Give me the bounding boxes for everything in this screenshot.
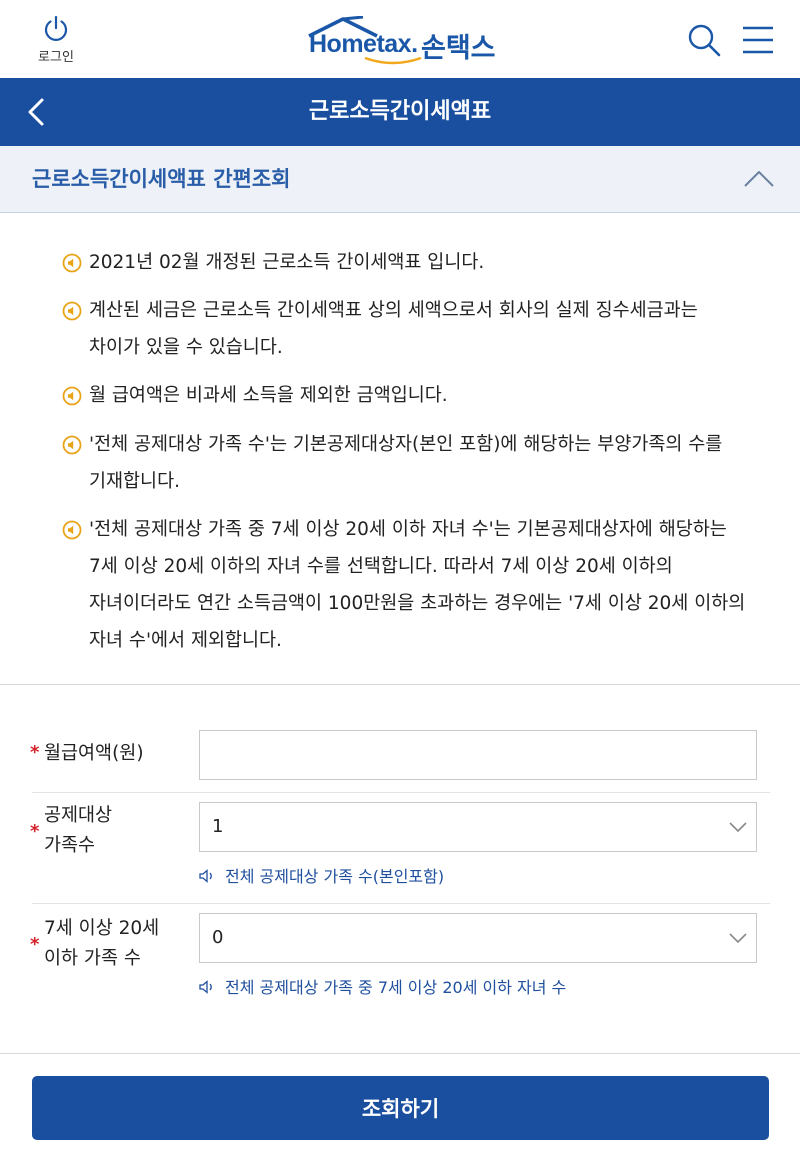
children-row: * 7세 이상 20세 이하 가족 수 0 전체 공제대상 가족 중 7세 이상… [0, 904, 800, 1014]
children-hint: 전체 공제대상 가족 중 7세 이상 20세 이하 자녀 수 [199, 976, 566, 1000]
speaker-icon [199, 980, 212, 994]
family-count-value: 1 [212, 816, 224, 837]
speaker-bullet-icon [62, 520, 82, 540]
chevron-down-icon [729, 822, 747, 833]
notice-item: 2021년 02월 개정된 근로소득 간이세액표 입니다. [62, 244, 752, 281]
salary-label: 월급여액(원) [44, 743, 144, 764]
login-button[interactable]: 로그인 [28, 14, 84, 66]
family-label: 공제대상 가족수 [44, 805, 113, 856]
children-hint-text: 전체 공제대상 가족 중 7세 이상 20세 이하 자녀 수 [225, 978, 567, 997]
speaker-bullet-icon [62, 386, 82, 406]
hamburger-menu-icon [743, 26, 773, 54]
speaker-bullet-icon [62, 301, 82, 321]
search-button[interactable] [684, 20, 724, 60]
notice-item: 계산된 세금은 근로소득 간이세액표 상의 세액으로서 회사의 실제 징수세금과… [62, 292, 752, 366]
family-count-select[interactable]: 1 [199, 802, 757, 852]
speaker-bullet-icon [62, 253, 82, 273]
login-label: 로그인 [38, 50, 74, 65]
logo-swoosh-icon [364, 56, 422, 65]
notice-list: 2021년 02월 개정된 근로소득 간이세액표 입니다. 계산된 세금은 근로… [0, 213, 800, 683]
chevron-left-icon [28, 98, 44, 126]
section-title: 근로소득간이세액표 간편조회 [32, 167, 291, 191]
power-icon [44, 15, 68, 41]
speaker-bullet-icon [62, 435, 82, 455]
back-button[interactable] [18, 92, 58, 132]
chevron-up-icon [744, 171, 774, 187]
notice-text: '전체 공제대상 가족 중 7세 이상 20세 이하 자녀 수'는 기본공제대상… [89, 519, 746, 651]
title-bar: 근로소득간이세액표 [0, 78, 800, 146]
inquiry-button[interactable]: 조회하기 [32, 1076, 769, 1140]
family-row: * 공제대상 가족수 1 전체 공제대상 가족 수(본인포함) [0, 793, 800, 903]
menu-button[interactable] [738, 20, 778, 60]
salary-row: * 월급여액(원) [0, 718, 800, 792]
top-header: 로그인 Hometax. 손택스 [0, 0, 800, 78]
search-icon [688, 24, 721, 57]
hometax-logo[interactable]: Hometax. 손택스 [305, 16, 500, 65]
chevron-down-icon [729, 933, 747, 944]
notice-text: '전체 공제대상 가족 수'는 기본공제대상자(본인 포함)에 해당하는 부양가… [89, 434, 723, 492]
family-hint: 전체 공제대상 가족 수(본인포함) [199, 865, 444, 889]
required-mark: * [30, 742, 40, 763]
notice-item: '전체 공제대상 가족 중 7세 이상 20세 이하 자녀 수'는 기본공제대상… [62, 511, 752, 659]
children-count-value: 0 [212, 927, 224, 948]
notice-text: 월 급여액은 비과세 소득을 제외한 금액입니다. [89, 385, 448, 406]
speaker-icon [199, 869, 212, 883]
notice-item: '전체 공제대상 가족 수'는 기본공제대상자(본인 포함)에 해당하는 부양가… [62, 426, 752, 500]
section-divider [0, 684, 800, 685]
children-count-select[interactable]: 0 [199, 913, 757, 963]
section-header-toggle[interactable]: 근로소득간이세액표 간편조회 [0, 146, 800, 213]
logo-brand: Hometax. [309, 30, 418, 58]
notice-text: 계산된 세금은 근로소득 간이세액표 상의 세액으로서 회사의 실제 징수세금과… [89, 300, 698, 358]
required-mark: * [30, 934, 40, 955]
family-hint-text: 전체 공제대상 가족 수(본인포함) [225, 867, 445, 886]
submit-area: 조회하기 [0, 1054, 800, 1174]
notice-item: 월 급여액은 비과세 소득을 제외한 금액입니다. [62, 377, 752, 414]
required-mark: * [30, 821, 40, 842]
logo-sub: 손택스 [421, 33, 496, 64]
notice-text: 2021년 02월 개정된 근로소득 간이세액표 입니다. [89, 252, 485, 273]
page-title: 근로소득간이세액표 [308, 99, 492, 124]
children-label: 7세 이상 20세 이하 가족 수 [44, 918, 160, 969]
salary-input[interactable] [199, 730, 757, 780]
